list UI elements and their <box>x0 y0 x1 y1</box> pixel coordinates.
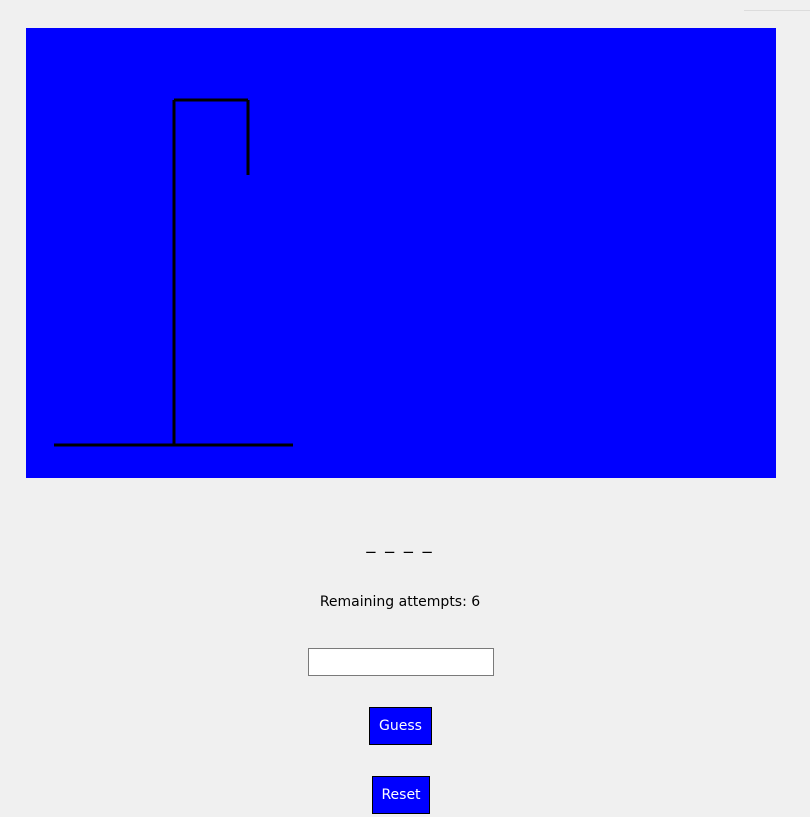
guess-button[interactable]: Guess <box>369 707 432 745</box>
reset-button[interactable]: Reset <box>372 776 430 814</box>
window-edge-line <box>744 10 810 11</box>
hangman-canvas <box>26 28 776 478</box>
hangman-window: _ _ _ _ Remaining attempts: 6 Guess Rese… <box>0 0 810 817</box>
masked-word: _ _ _ _ <box>366 533 434 554</box>
remaining-attempts-label: Remaining attempts: 6 <box>319 594 481 610</box>
canvas-background <box>26 28 776 478</box>
guess-input[interactable] <box>308 648 494 676</box>
